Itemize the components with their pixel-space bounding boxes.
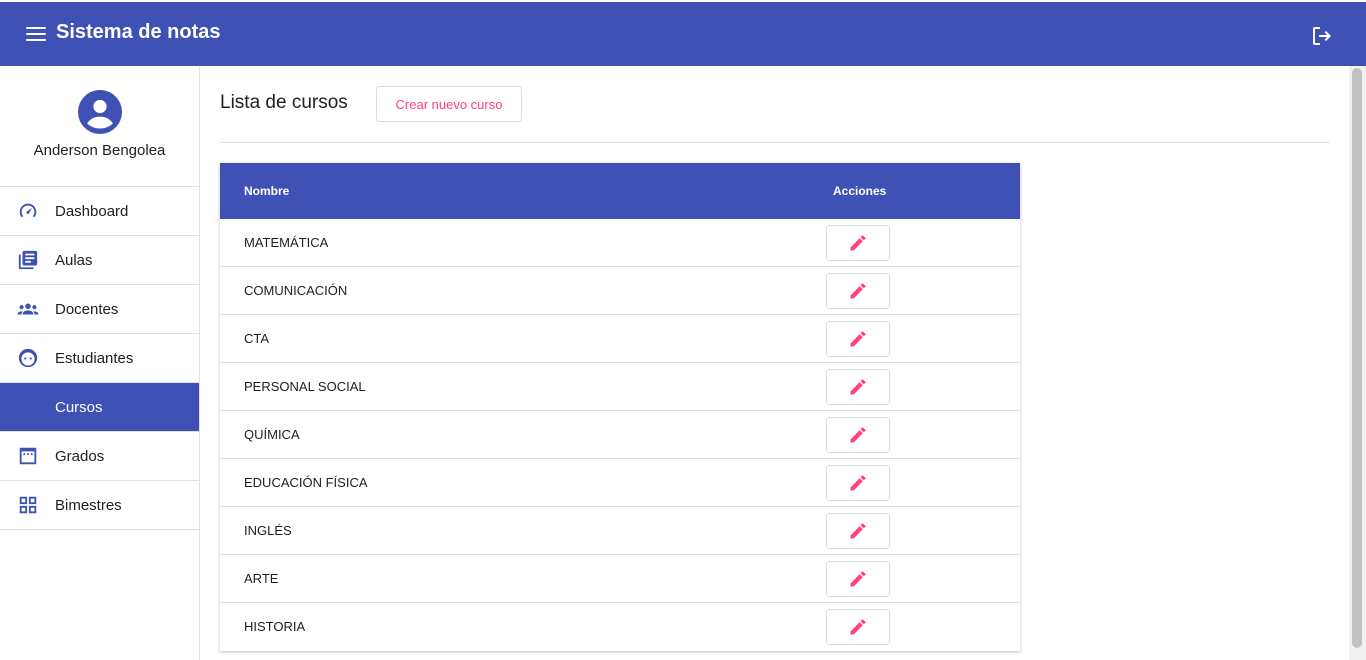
course-name-cell: EDUCACIÓN FÍSICA (244, 475, 368, 490)
sidebar-item-label: Bimestres (55, 496, 122, 514)
child-face-icon (18, 348, 38, 368)
course-name-cell: QUÍMICA (244, 427, 300, 442)
sidebar-item-label: Grados (55, 447, 105, 465)
pencil-icon (850, 571, 866, 587)
sidebar-item-bimestres[interactable]: Bimestres (0, 481, 199, 530)
sidebar-item-label: Dashboard (55, 202, 129, 220)
pencil-icon (850, 235, 866, 251)
course-name-cell: HISTORIA (244, 619, 306, 634)
account-circle-icon (78, 90, 122, 134)
course-name-cell: COMUNICACIÓN (244, 283, 348, 298)
table-row: EDUCACIÓN FÍSICA (220, 459, 1020, 507)
sidebar-item-dashboard[interactable]: Dashboard (0, 187, 199, 236)
pencil-icon (850, 523, 866, 539)
user-profile: Anderson Bengolea (0, 66, 199, 187)
sidebar-item-aulas[interactable]: Aulas (0, 236, 199, 285)
top-app-bar: Sistema de notas (0, 0, 1366, 66)
course-name-cell: CTA (244, 331, 270, 346)
edit-course-button[interactable] (826, 609, 890, 645)
calendar-view-icon (19, 447, 37, 465)
table-row: ARTE (220, 555, 1020, 603)
grid-view-icon (19, 496, 37, 514)
sidebar-item-cursos[interactable]: Cursos (0, 383, 199, 432)
logout-icon[interactable] (1310, 24, 1334, 48)
scrollbar-thumb[interactable] (1352, 68, 1362, 648)
edit-course-button[interactable] (826, 273, 890, 309)
edit-course-button[interactable] (826, 321, 890, 357)
course-name-cell: PERSONAL SOCIAL (244, 379, 366, 394)
pencil-icon (850, 619, 866, 635)
page-title: Lista de cursos (220, 92, 348, 113)
sidebar-item-label: Estudiantes (55, 349, 134, 367)
table-row: QUÍMICA (220, 411, 1020, 459)
user-name: Anderson Bengolea (33, 142, 166, 159)
divider (220, 142, 1330, 143)
courses-table: Nombre Acciones MATEMÁTICA COMUNICACIÓN CT… (220, 163, 1020, 651)
edit-course-button[interactable] (826, 561, 890, 597)
sidebar-item-label: Docentes (55, 300, 119, 318)
column-header-acciones: Acciones (833, 184, 887, 198)
pencil-icon (850, 475, 866, 491)
sidebar-item-estudiantes[interactable]: Estudiantes (0, 334, 199, 383)
edit-course-button[interactable] (826, 225, 890, 261)
edit-course-button[interactable] (826, 417, 890, 453)
table-body: MATEMÁTICA COMUNICACIÓN CTA PERSONAL SOCIAL… (220, 219, 1020, 651)
hamburger-menu-icon[interactable] (26, 27, 46, 43)
course-name-cell: MATEMÁTICA (244, 235, 329, 250)
sidebar-item-docentes[interactable]: Docentes (0, 285, 199, 334)
table-header: Nombre Acciones (220, 163, 1020, 219)
column-header-nombre: Nombre (244, 184, 290, 198)
table-row: HISTORIA (220, 603, 1020, 651)
table-row: MATEMÁTICA (220, 219, 1020, 267)
sidebar-item-label: Cursos (55, 398, 103, 416)
edit-course-button[interactable] (826, 369, 890, 405)
pencil-icon (850, 427, 866, 443)
pencil-icon (850, 379, 866, 395)
pencil-icon (850, 283, 866, 299)
table-row: INGLÉS (220, 507, 1020, 555)
create-course-button[interactable]: Crear nuevo curso (376, 86, 522, 122)
table-row: COMUNICACIÓN (220, 267, 1020, 315)
pencil-icon (850, 331, 866, 347)
table-row: CTA (220, 315, 1020, 363)
course-name-cell: ARTE (244, 571, 279, 586)
app-title: Sistema de notas (56, 21, 221, 43)
speedometer-icon (19, 203, 37, 218)
sidebar: Anderson Bengolea Dashboard Aulas Docent… (0, 66, 200, 660)
edit-course-button[interactable] (826, 513, 890, 549)
edit-course-button[interactable] (826, 465, 890, 501)
sidebar-item-label: Aulas (55, 251, 93, 269)
people-icon (17, 303, 39, 315)
library-books-icon (18, 250, 38, 270)
sidebar-item-grados[interactable]: Grados (0, 432, 199, 481)
course-name-cell: INGLÉS (244, 523, 292, 538)
table-row: PERSONAL SOCIAL (220, 363, 1020, 411)
